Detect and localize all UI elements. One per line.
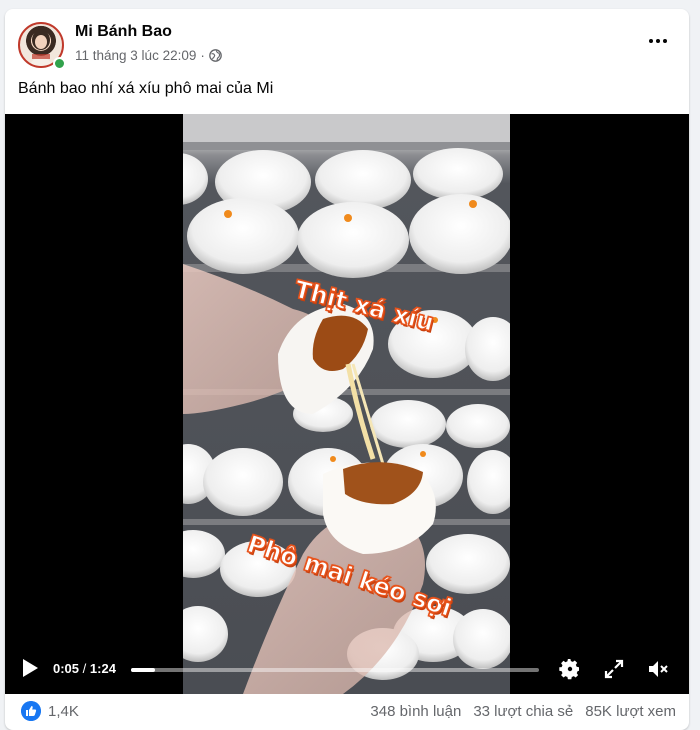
play-icon[interactable] (21, 658, 39, 678)
view-count[interactable]: 85K lượt xem (585, 703, 676, 720)
video-controls: 0:05 / 1:24 (5, 644, 689, 694)
duration: 1:24 (89, 661, 116, 676)
video-frame[interactable]: Thịt xá xíu Phô mai kéo sợi (183, 114, 510, 694)
time-separator: / (82, 661, 87, 676)
post-footer: 1,4K 348 bình luận 33 lượt chia sẻ 85K l… (5, 694, 689, 730)
like-reaction-icon[interactable] (21, 701, 41, 721)
video-time: 0:05 / 1:24 (53, 661, 116, 676)
mute-icon[interactable] (646, 657, 670, 681)
post-caption: Bánh bao nhí xá xíu phô mai của Mi (18, 80, 274, 97)
progress-fill (131, 668, 156, 672)
avatar[interactable] (18, 22, 66, 70)
post-card: Mi Bánh Bao 11 tháng 3 lúc 22:09 · Bánh … (5, 9, 689, 730)
meta-separator: · (200, 48, 205, 63)
post-timestamp[interactable]: 11 tháng 3 lúc 22:09 (75, 48, 196, 63)
online-status-dot (53, 57, 66, 70)
post-meta: 11 tháng 3 lúc 22:09 · (75, 48, 222, 63)
author-name[interactable]: Mi Bánh Bao (75, 23, 172, 41)
video-player[interactable]: Thịt xá xíu Phô mai kéo sợi 0:05 / 1:24 (5, 114, 689, 694)
comment-count[interactable]: 348 bình luận (370, 703, 461, 720)
like-count[interactable]: 1,4K (48, 703, 79, 720)
gear-icon[interactable] (558, 657, 582, 681)
post-stats: 348 bình luận 33 lượt chia sẻ 85K lượt x… (370, 703, 676, 720)
globe-icon (209, 49, 222, 62)
more-options-icon[interactable] (645, 31, 671, 51)
fullscreen-icon[interactable] (602, 657, 626, 681)
share-count[interactable]: 33 lượt chia sẻ (473, 703, 573, 720)
post-header: Mi Bánh Bao 11 tháng 3 lúc 22:09 · (5, 9, 689, 71)
current-time: 0:05 (53, 661, 80, 676)
progress-bar[interactable] (131, 668, 539, 672)
video-frame-image (183, 114, 510, 694)
